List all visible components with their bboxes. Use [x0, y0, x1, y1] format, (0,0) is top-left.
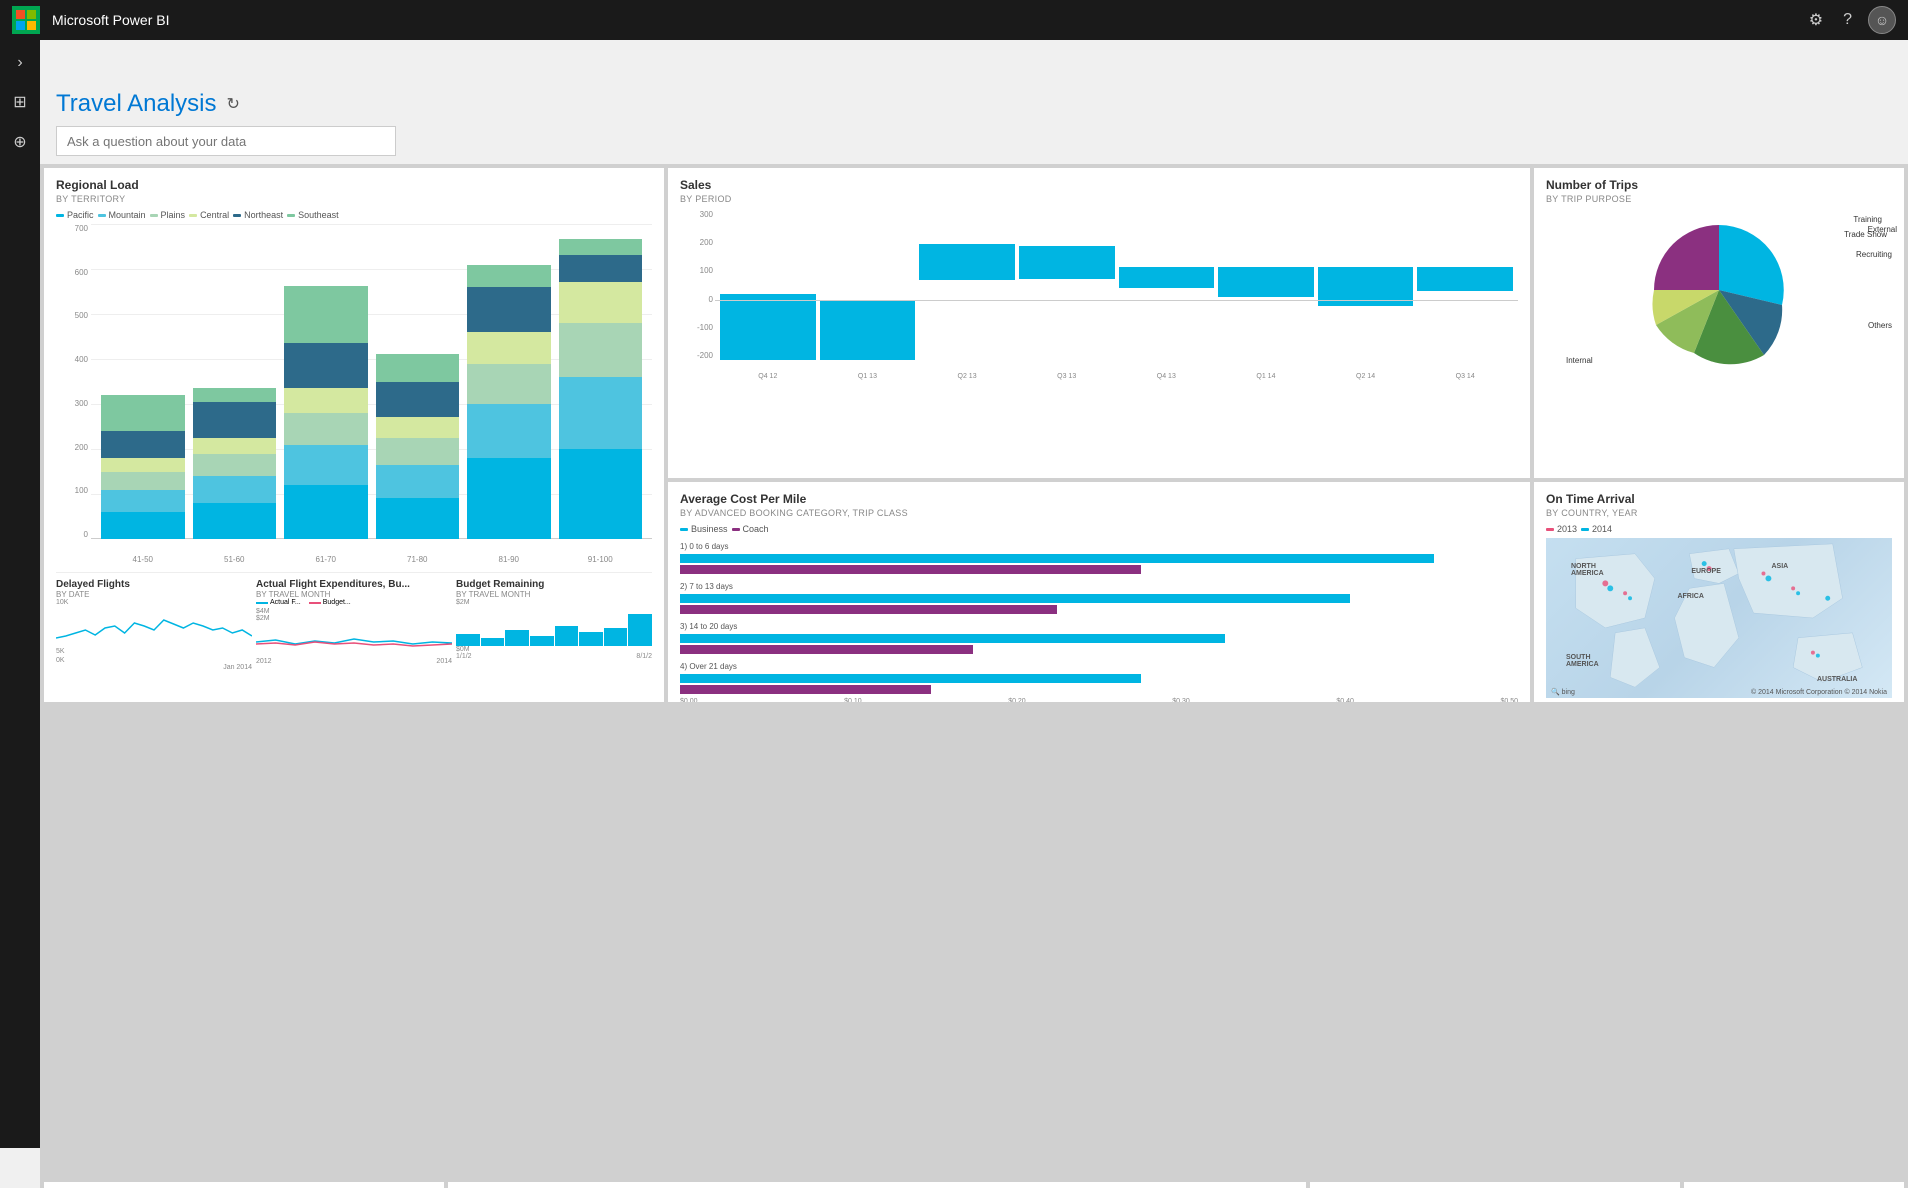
budget-remaining-mini: Budget Remaining BY TRAVEL MONTH $2M $0M	[456, 579, 652, 671]
trips-title: Number of Trips	[1546, 178, 1892, 192]
user-avatar[interactable]: ☺	[1868, 6, 1896, 34]
map-container: NORTHAMERICA SOUTHAMERICA EUROPE AFRICA …	[1546, 538, 1892, 698]
avg-cost-title: Average Cost Per Mile	[680, 492, 1518, 506]
bar-group-2[interactable]	[193, 224, 277, 539]
trips-subtitle: BY TRIP PURPOSE	[1546, 194, 1892, 204]
sales-bar-q314[interactable]	[1417, 267, 1513, 291]
search-icon[interactable]: ⊕	[4, 126, 36, 158]
bar-group-1[interactable]	[101, 224, 185, 539]
regional-load-title: Regional Load	[56, 178, 652, 192]
bookmark-icon[interactable]: ⊞	[4, 86, 36, 118]
avg-cost-subtitle: BY ADVANCED BOOKING CATEGORY, TRIP CLASS	[680, 508, 1518, 518]
avg-cost-card: Average Cost Per Mile BY ADVANCED BOOKIN…	[668, 482, 1530, 702]
sales-bar-q213[interactable]	[919, 244, 1015, 280]
settings-icon[interactable]: ⚙	[1805, 6, 1827, 34]
actual-expenditures-mini: Actual Flight Expenditures, Bu... BY TRA…	[256, 579, 452, 671]
refresh-icon[interactable]: ↻	[227, 94, 240, 114]
on-time-card: On Time Arrival BY COUNTRY, YEAR 2013 20…	[1534, 482, 1904, 702]
rush-booking-card: Rush Booking, Trip Class, Season BY CATE…	[448, 1182, 1306, 1188]
delayed-flights-mini: Delayed Flights BY DATE 10K 5K 0K Jan 2	[56, 579, 252, 671]
regional-load-legend: Pacific Mountain Plains Central Northeas…	[56, 210, 652, 220]
sales-bar-q114[interactable]	[1218, 267, 1314, 297]
pie-chart[interactable]	[1639, 210, 1799, 370]
sales-bar-q413[interactable]	[1119, 267, 1215, 288]
bar-group-4[interactable]	[376, 224, 460, 539]
bar-group-3[interactable]	[284, 224, 368, 539]
hbar-coach-4[interactable]	[680, 685, 931, 694]
hbar-business-4[interactable]	[680, 674, 1141, 683]
hbar-coach-1[interactable]	[680, 565, 1141, 574]
help-icon[interactable]: ?	[1839, 7, 1856, 33]
on-time-subtitle: BY COUNTRY, YEAR	[1546, 508, 1892, 518]
collapse-icon[interactable]: ›	[4, 48, 36, 78]
on-time-legend: 2013 2014	[1546, 524, 1892, 534]
main-content: Travel Analysis ↻ Regional Load BY TERRI…	[40, 80, 1908, 1188]
hbar-coach-2[interactable]	[680, 605, 1057, 614]
avg-cost-legend: Business Coach	[680, 524, 1518, 534]
regional-load-subtitle: BY TERRITORY	[56, 194, 652, 204]
app-logo	[12, 6, 40, 34]
sales-bar-q113[interactable]	[820, 300, 916, 360]
sales-card: Sales BY PERIOD 300 200 100 0 -100 -200	[668, 168, 1530, 478]
top-navigation: Microsoft Power BI ⚙ ? ☺	[0, 0, 1908, 40]
hbar-coach-3[interactable]	[680, 645, 973, 654]
sales-bar-q313[interactable]	[1019, 246, 1115, 279]
app-title: Microsoft Power BI	[52, 12, 169, 28]
budget-remaining-bottom-card: Budget Remaining BY TRAVEL MONTH $2.5M $…	[1310, 1182, 1680, 1188]
page-header: Travel Analysis ↻	[40, 80, 1908, 164]
bar-group-6[interactable]	[559, 224, 643, 539]
hbar-business-1[interactable]	[680, 554, 1434, 563]
sales-bar-q412[interactable]	[720, 294, 816, 360]
page-title: Travel Analysis	[56, 90, 217, 118]
sales-title: Sales	[680, 178, 1518, 192]
left-sidebar: › ⊞ ⊕	[0, 40, 40, 1148]
regional-load-card: Regional Load BY TERRITORY Pacific Mount…	[44, 168, 664, 702]
on-time-title: On Time Arrival	[1546, 492, 1892, 506]
bar-group-5[interactable]	[467, 224, 551, 539]
sales-subtitle: BY PERIOD	[680, 194, 1518, 204]
hbar-business-3[interactable]	[680, 634, 1225, 643]
flight-expense-card: Flight Expense 0 645 345 522	[44, 1182, 444, 1188]
variance-budget-card: Variance to Budget ($1.39M) Average Cost…	[1684, 1182, 1904, 1188]
qa-input[interactable]	[56, 126, 396, 156]
hbar-business-2[interactable]	[680, 594, 1350, 603]
number-trips-card: Number of Trips BY TRIP PURPOSE	[1534, 168, 1904, 478]
